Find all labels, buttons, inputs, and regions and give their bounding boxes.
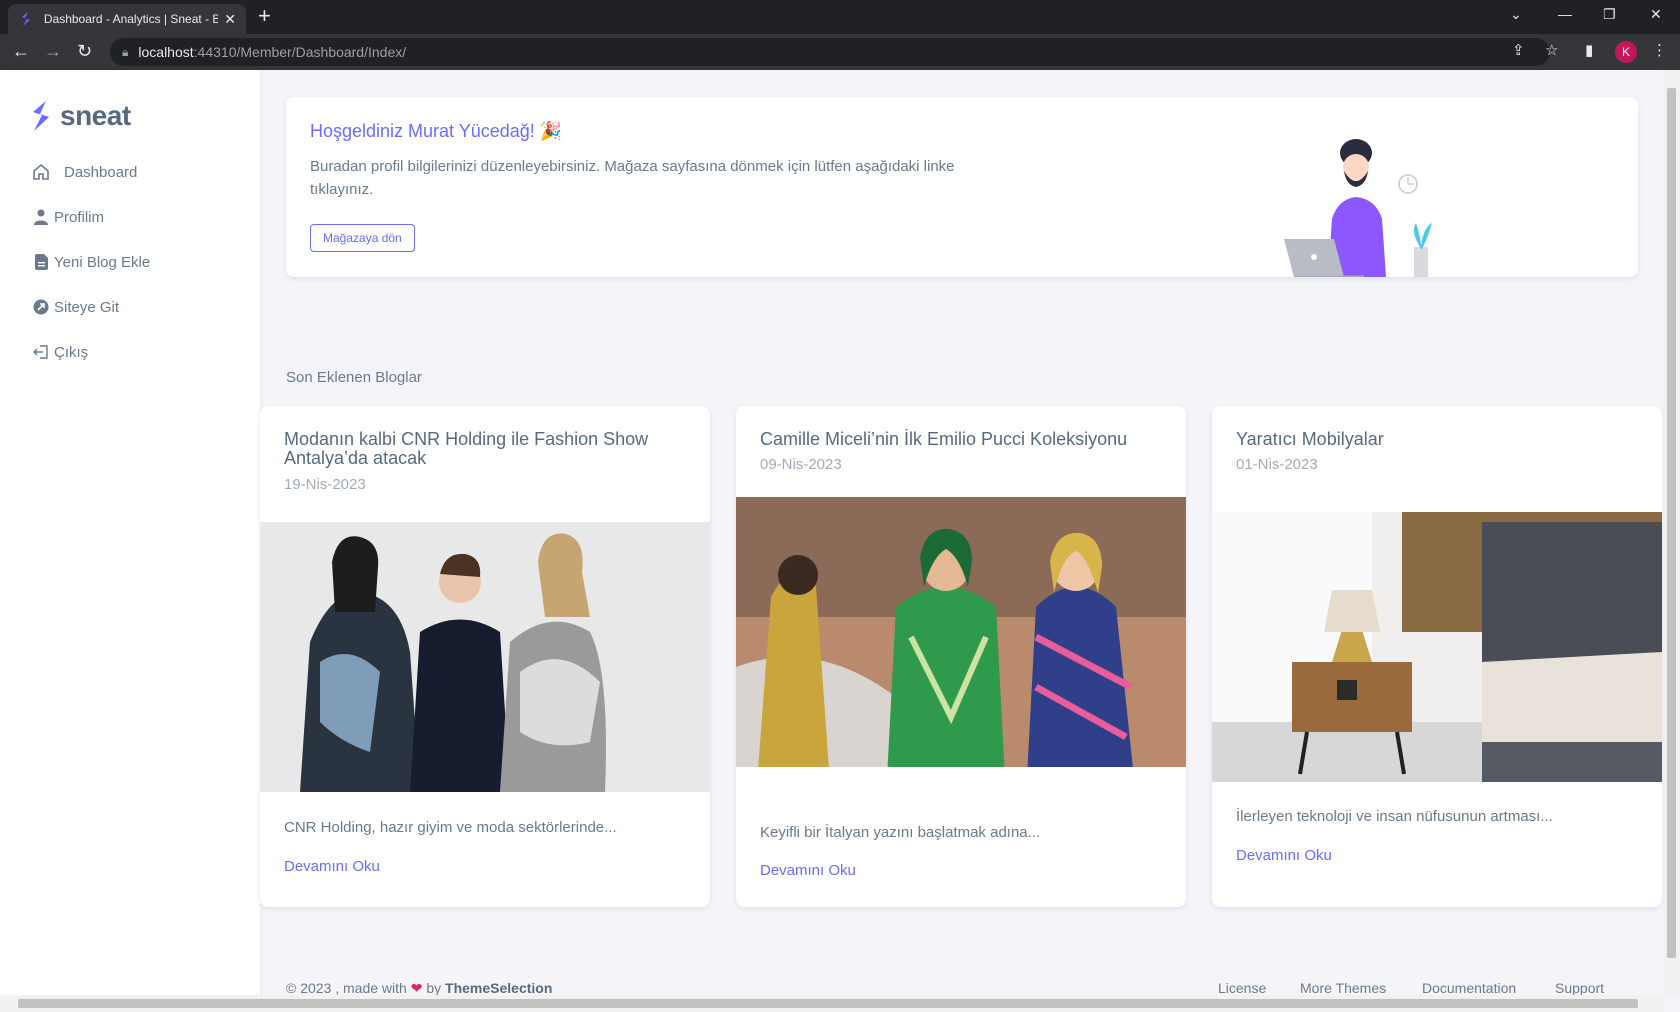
user-icon: [32, 208, 50, 226]
browser-toolbar: ← → ↻ 🔒︎ localhost:44310/Member/Dashboar…: [0, 34, 1680, 70]
welcome-title: Hoşgeldiniz Murat Yücedağ! 🎉: [310, 121, 563, 141]
brand-name: sneat: [60, 100, 131, 131]
heart-icon: ❤: [410, 980, 423, 996]
menu-kebab-icon[interactable]: ⋮: [1652, 43, 1667, 59]
address-bar[interactable]: 🔒︎ localhost:44310/Member/Dashboard/Inde…: [110, 38, 1550, 66]
sidebar-item-dashboard[interactable]: Dashboard: [32, 163, 137, 181]
tab-close-icon[interactable]: ✕: [224, 11, 236, 28]
sidebar-item-label: Dashboard: [64, 163, 138, 181]
blog-card-date: 01-Nis-2023: [1236, 456, 1318, 473]
blog-card-title[interactable]: Yaratıcı Mobilyalar: [1236, 430, 1646, 449]
sidebar-item-label: Yeni Blog Ekle: [54, 253, 151, 271]
sneat-favicon-icon: [21, 12, 30, 26]
profile-avatar[interactable]: K: [1615, 41, 1637, 63]
minimize-icon[interactable]: —: [1558, 6, 1572, 22]
tab-title: Dashboard - Analytics | Sneat - B: [43, 12, 219, 26]
sidebar-item-profilim[interactable]: Profilim: [32, 208, 104, 226]
back-to-store-button[interactable]: Mağazaya dön: [310, 224, 415, 252]
blog-card-date: 19-Nis-2023: [284, 476, 366, 493]
read-more-link[interactable]: Devamını Oku: [284, 858, 380, 875]
blog-card: Modanın kalbi CNR Holding ile Fashion Sh…: [260, 406, 710, 907]
man-with-laptop-illustration: [1284, 139, 1432, 277]
back-icon[interactable]: ←: [12, 42, 30, 60]
browser-tab[interactable]: Dashboard - Analytics | Sneat - B ✕: [8, 4, 246, 34]
blog-card-date: 09-Nis-2023: [760, 456, 842, 473]
reload-icon[interactable]: ↻: [77, 42, 92, 60]
footer-by: by: [426, 980, 442, 996]
url-path: :44310/Member/Dashboard/Index/: [193, 44, 407, 60]
footer-link-documentation[interactable]: Documentation: [1422, 980, 1516, 996]
blog-card-excerpt: CNR Holding, hazır giyim ve moda sektörl…: [284, 819, 617, 836]
sidebar-item-siteye-git[interactable]: Siteye Git: [32, 298, 119, 316]
read-more-link[interactable]: Devamını Oku: [760, 862, 856, 879]
horizontal-scrollbar[interactable]: [0, 995, 1663, 1012]
brand-logo[interactable]: sneat: [30, 100, 131, 132]
sneat-logo-icon: [33, 101, 49, 131]
blog-card-excerpt: Keyifli bir İtalyan yazını başlatmak adı…: [760, 824, 1041, 841]
sidebar: sneat Dashboard Profilim Yeni Blog Ekle …: [0, 70, 260, 1012]
footer-link-more-themes[interactable]: More Themes: [1300, 980, 1386, 996]
external-link-icon: [32, 298, 50, 316]
lock-icon[interactable]: 🔒︎: [122, 45, 128, 60]
themeselection-link[interactable]: ThemeSelection: [445, 980, 552, 996]
bookmark-star-icon[interactable]: ☆: [1545, 43, 1558, 59]
restore-icon[interactable]: ❐: [1603, 6, 1616, 23]
footer-link-support[interactable]: Support: [1555, 980, 1604, 996]
sidebar-item-yeni-blog-ekle[interactable]: Yeni Blog Ekle: [32, 253, 150, 271]
blog-card-image: [736, 497, 1186, 767]
file-icon: [32, 253, 50, 271]
sidebar-item-cikis[interactable]: Çıkış: [32, 343, 88, 361]
vertical-scroll-thumb[interactable]: [1667, 88, 1676, 958]
home-icon: [32, 163, 50, 181]
blog-card: Yaratıcı Mobilyalar 01-Nis-2023 İlerleye…: [1212, 406, 1662, 907]
sidebar-item-label: Çıkış: [54, 343, 89, 361]
forward-icon[interactable]: →: [44, 42, 62, 60]
logout-icon: [32, 343, 50, 361]
blog-card: Camille Miceli’nin İlk Emilio Pucci Kole…: [736, 406, 1186, 907]
blog-card-title[interactable]: Modanın kalbi CNR Holding ile Fashion Sh…: [284, 430, 694, 468]
welcome-text: Buradan profil bilgilerinizi düzenleyebi…: [310, 158, 955, 198]
sidebar-item-label: Siteye Git: [54, 298, 120, 316]
browser-titlebar: Dashboard - Analytics | Sneat - B ✕ + ⌄ …: [0, 0, 1680, 34]
copyright-text: © 2023 , made with: [286, 980, 407, 996]
new-tab-icon[interactable]: +: [258, 5, 271, 27]
read-more-link[interactable]: Devamını Oku: [1236, 847, 1332, 864]
blog-card-title[interactable]: Camille Miceli’nin İlk Emilio Pucci Kole…: [760, 430, 1170, 449]
blog-card-image: [260, 522, 710, 792]
side-panel-icon[interactable]: ▮: [1585, 43, 1593, 59]
blog-card-excerpt: İlerleyen teknoloji ve insan nüfusunun a…: [1236, 808, 1553, 825]
vertical-scrollbar[interactable]: [1663, 70, 1680, 995]
url-host: localhost: [138, 44, 194, 60]
welcome-card: Hoşgeldiniz Murat Yücedağ! 🎉 Buradan pro…: [286, 97, 1638, 277]
share-icon[interactable]: ⇪: [1512, 43, 1525, 59]
close-window-icon[interactable]: ✕: [1650, 6, 1662, 23]
sidebar-item-label: Profilim: [54, 208, 105, 226]
horizontal-scroll-thumb[interactable]: [18, 999, 1638, 1008]
footer-link-license[interactable]: License: [1218, 980, 1266, 996]
section-title: Son Eklenen Bloglar: [286, 369, 422, 386]
blog-card-image: [1212, 512, 1662, 782]
tab-search-icon[interactable]: ⌄: [1510, 6, 1522, 23]
